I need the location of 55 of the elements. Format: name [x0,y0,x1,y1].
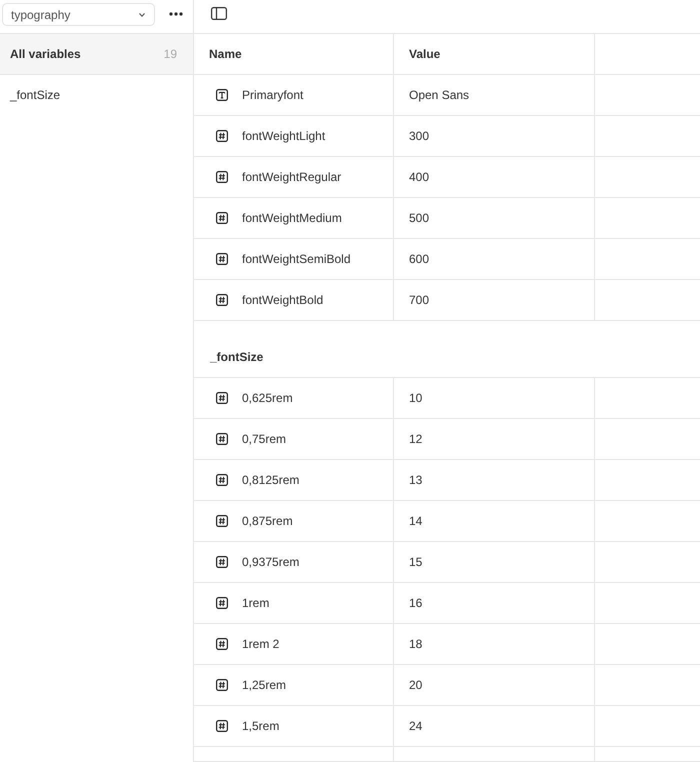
hash-icon [216,474,228,486]
column-header: Name [209,47,242,61]
variable-value: 20 [409,678,422,692]
variable-value: 16 [409,596,422,610]
panel-icon[interactable] [211,7,227,20]
variable-name: fontWeightSemiBold [242,252,351,266]
variable-value: 400 [409,170,430,184]
sidebar-item[interactable]: All variables 19 [0,34,193,75]
variable-name: 1rem 2 [242,637,280,651]
variable-name: 1,25rem [242,678,286,692]
hash-icon [216,294,228,306]
hash-icon [216,515,228,527]
hash-icon [216,433,228,445]
variable-name: 0,8125rem [242,473,300,487]
variable-value: 700 [409,293,430,307]
hash-icon [216,212,228,224]
hash-icon [216,392,228,404]
sidebar-item[interactable]: _fontSize [0,75,193,115]
variable-name: 1,5rem [242,719,280,733]
variable-value: 24 [409,719,422,733]
group-title: _fontSize [210,350,264,364]
letter-t-icon [216,89,228,101]
variable-value: 600 [409,252,430,266]
variable-count: 19 [164,47,177,61]
hash-icon [216,638,228,650]
variable-value: Open Sans [409,88,470,102]
variable-name: fontWeightRegular [242,170,342,184]
variable-value: 300 [409,129,430,143]
hash-icon [216,130,228,142]
more-icon[interactable] [169,12,183,16]
hash-icon [216,597,228,609]
variable-value: 13 [409,473,422,487]
variable-value: 500 [409,211,430,225]
hash-icon [216,556,228,568]
variable-name: fontWeightLight [242,129,326,143]
hash-icon [216,171,228,183]
variable-name: 0,9375rem [242,555,300,569]
variable-value: 14 [409,514,422,528]
variable-name: 0,75rem [242,432,286,446]
variable-name: fontWeightMedium [242,211,342,225]
variable-name: 0,875rem [242,514,293,528]
variable-name: Primaryfont [242,88,304,102]
hash-icon [216,679,228,691]
variable-name: 0,625rem [242,391,293,405]
variable-name: 1rem [242,596,270,610]
variable-value: 15 [409,555,422,569]
collection-dropdown[interactable]: typography [2,3,155,26]
variable-name: fontWeightBold [242,293,324,307]
hash-icon [216,720,228,732]
variable-value: 12 [409,432,422,446]
variable-value: 10 [409,391,422,405]
hash-icon [216,253,228,265]
chevron-down-icon [139,12,145,16]
variable-value: 18 [409,637,422,651]
column-header: Value [409,47,440,61]
